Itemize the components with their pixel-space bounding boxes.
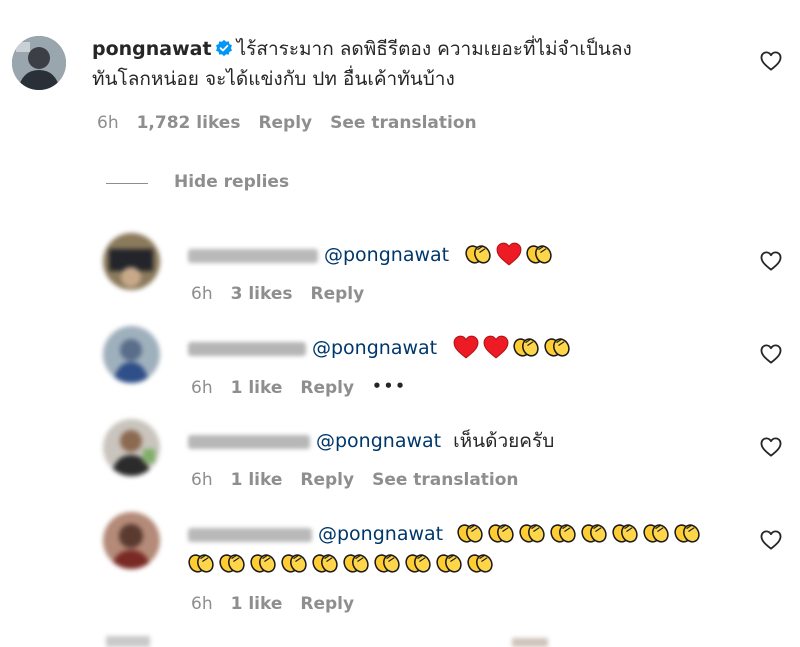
reply-body: @pongnawat เห็นด้วยครับ [188, 426, 554, 456]
clapping-hands-emoji-icon [612, 520, 639, 545]
avatar-photo [12, 36, 66, 90]
blurred-username[interactable] [188, 248, 318, 263]
reply-meta: 6h 1 like Reply ••• [191, 377, 425, 398]
like-heart-icon[interactable] [760, 530, 782, 550]
likes-count[interactable]: 1 like [231, 378, 283, 398]
username[interactable]: pongnawat [92, 38, 212, 60]
reply-body: @pongnawat [188, 333, 575, 363]
clapping-hands-emoji-icon [219, 550, 246, 575]
emoji-row [457, 523, 705, 545]
comment-body: pongnawat ไร้สาระมาก ลดพิธีรีตอง ความเยอะ… [92, 34, 732, 94]
blurred-username[interactable] [188, 527, 312, 542]
like-heart-icon[interactable] [760, 251, 782, 271]
reply-avatar[interactable] [103, 512, 160, 569]
clapping-hands-emoji-icon [581, 520, 608, 545]
more-options-button[interactable]: ••• [372, 377, 407, 395]
clapping-hands-emoji-icon [281, 550, 308, 575]
red-heart-emoji-icon [453, 335, 479, 359]
clapping-hands-emoji-icon [550, 520, 577, 545]
mention-link[interactable]: @pongnawat [312, 337, 437, 359]
reply-time[interactable]: 6h [191, 594, 213, 614]
clapping-hands-emoji-icon [312, 550, 339, 575]
reply-button[interactable]: Reply [300, 594, 354, 614]
red-heart-emoji-icon [483, 335, 509, 359]
clapping-hands-emoji-icon [643, 520, 670, 545]
clapping-hands-emoji-icon [526, 241, 553, 266]
reply-meta: 6h 1 like Reply See translation [191, 470, 537, 490]
red-heart-emoji-icon [496, 242, 522, 266]
verified-badge-icon [215, 39, 232, 57]
reply-avatar[interactable] [103, 326, 160, 383]
likes-count[interactable]: 1 like [231, 470, 283, 490]
reply-body: @pongnawat [188, 519, 748, 579]
like-heart-icon[interactable] [760, 344, 782, 364]
mention-link[interactable]: @pongnawat [316, 430, 441, 452]
reply-button[interactable]: Reply [300, 470, 354, 490]
clapping-hands-emoji-icon [519, 520, 546, 545]
reply-meta: 6h 3 likes Reply [191, 284, 382, 304]
likes-count[interactable]: 1 like [231, 594, 283, 614]
reply-avatar[interactable] [103, 233, 160, 290]
reply-button[interactable]: Reply [311, 284, 365, 304]
reply-avatar[interactable] [103, 419, 160, 476]
clapping-hands-emoji-icon [374, 550, 401, 575]
see-translation-button[interactable]: See translation [330, 113, 476, 133]
reply-meta: 6h 1 like Reply [191, 594, 372, 614]
clapping-hands-emoji-icon [188, 550, 215, 575]
clapping-hands-emoji-icon [250, 550, 277, 575]
reply-button[interactable]: Reply [300, 378, 354, 398]
clapping-hands-emoji-icon [674, 520, 701, 545]
blurred-username[interactable] [188, 341, 306, 356]
reply-time[interactable]: 6h [191, 284, 213, 304]
like-heart-icon[interactable] [760, 51, 782, 71]
clapping-hands-emoji-icon [465, 241, 492, 266]
comment-meta: 6h 1,782 likes Reply See translation [97, 113, 495, 133]
reply-button[interactable]: Reply [258, 113, 312, 133]
likes-count[interactable]: 3 likes [231, 284, 293, 304]
replies-divider [106, 183, 148, 184]
reply-time[interactable]: 6h [191, 470, 213, 490]
comment-text-line2: ทันโลกหน่อย จะได้แข่งกับ ปท อื่นเค้าทันบ… [92, 68, 455, 90]
clapping-hands-emoji-icon [457, 520, 484, 545]
emoji-row [188, 553, 498, 575]
comment-time[interactable]: 6h [97, 113, 119, 133]
clapping-hands-emoji-icon [436, 550, 463, 575]
next-reply-avatar-partial [106, 636, 150, 647]
comment-text-line1: ไร้สาระมาก ลดพิธีรีตอง ความเยอะที่ไม่จำเ… [236, 38, 632, 60]
reply-time[interactable]: 6h [191, 378, 213, 398]
clapping-hands-emoji-icon [544, 334, 571, 359]
clapping-hands-emoji-icon [467, 550, 494, 575]
blurred-username[interactable] [188, 434, 310, 449]
clapping-hands-emoji-icon [343, 550, 370, 575]
avatar[interactable] [12, 36, 66, 90]
next-reply-content-partial [512, 638, 548, 647]
reply-body: @pongnawat [188, 240, 557, 270]
clapping-hands-emoji-icon [513, 334, 540, 359]
clapping-hands-emoji-icon [405, 550, 432, 575]
mention-link[interactable]: @pongnawat [324, 244, 449, 266]
see-translation-button[interactable]: See translation [372, 470, 518, 490]
mention-link[interactable]: @pongnawat [318, 523, 443, 545]
hide-replies-button[interactable]: Hide replies [174, 172, 289, 192]
like-heart-icon[interactable] [760, 437, 782, 457]
likes-count[interactable]: 1,782 likes [137, 113, 241, 133]
reply-text: เห็นด้วยครับ [453, 430, 555, 452]
clapping-hands-emoji-icon [488, 520, 515, 545]
